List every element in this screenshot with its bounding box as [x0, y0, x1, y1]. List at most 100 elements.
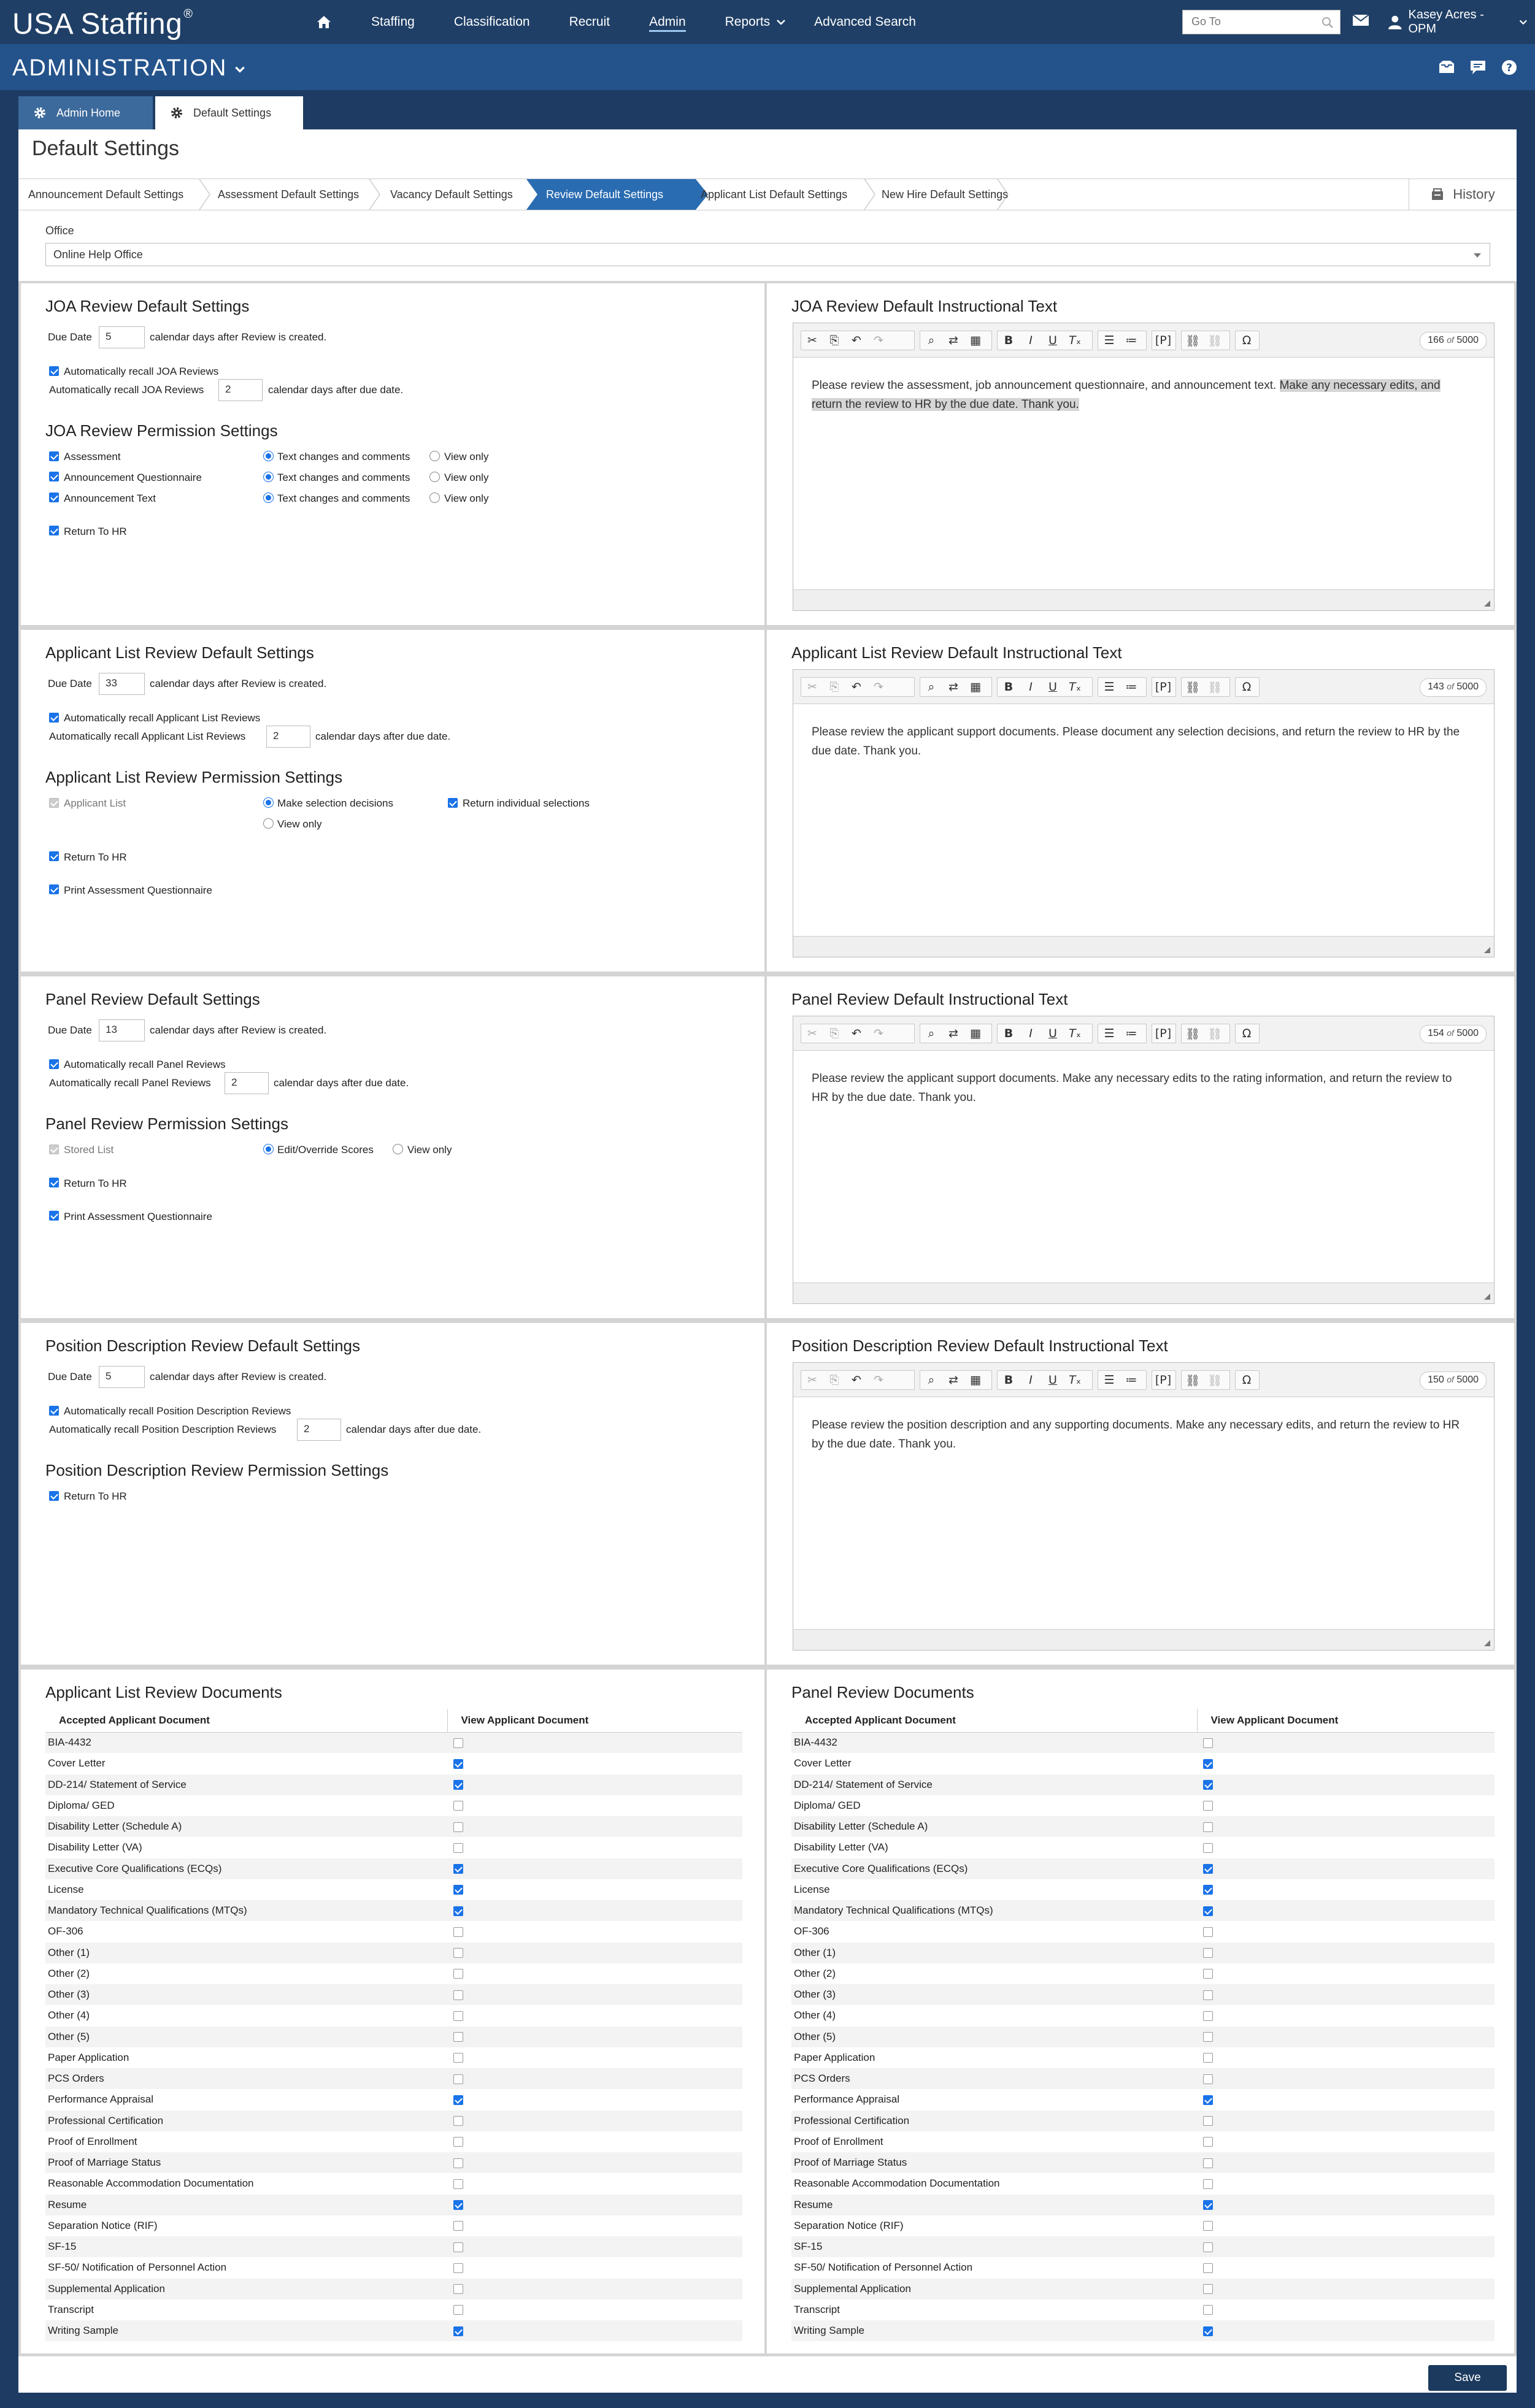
- view-only-radio[interactable]: [429, 472, 440, 482]
- select-all-icon[interactable]: ▦: [964, 1373, 987, 1387]
- view-document-checkbox[interactable]: [1203, 1885, 1213, 1895]
- view-document-checkbox[interactable]: [453, 1906, 463, 1916]
- remove-format-icon[interactable]: Tₓ: [1064, 1373, 1086, 1387]
- search-icon[interactable]: [1321, 17, 1334, 29]
- view-document-checkbox[interactable]: [1203, 1822, 1213, 1832]
- tab-admin-home[interactable]: Admin Home: [18, 96, 153, 129]
- view-document-checkbox[interactable]: [1203, 2158, 1213, 2168]
- copy-icon[interactable]: ⎘: [823, 334, 845, 347]
- user-menu[interactable]: Kasey Acres - OPM: [1388, 0, 1535, 44]
- nav-advanced-search[interactable]: Advanced Search: [814, 0, 916, 44]
- view-document-checkbox[interactable]: [1203, 2053, 1213, 2063]
- editor-resize-bar[interactable]: [793, 936, 1494, 957]
- remove-format-icon[interactable]: Tₓ: [1064, 1027, 1086, 1040]
- unlink-icon[interactable]: ⛓: [1204, 680, 1226, 694]
- view-document-checkbox[interactable]: [453, 2158, 463, 2168]
- underline-icon[interactable]: U: [1042, 1373, 1064, 1387]
- edit-override-radio[interactable]: [263, 1144, 274, 1154]
- view-only-radio[interactable]: [393, 1144, 403, 1154]
- nav-home[interactable]: [316, 0, 332, 44]
- numbered-list-icon[interactable]: ☰: [1098, 1027, 1120, 1040]
- undo-icon[interactable]: ↶: [845, 680, 868, 694]
- numbered-list-icon[interactable]: ☰: [1098, 680, 1120, 694]
- view-only-radio[interactable]: [263, 818, 274, 829]
- make-selection-radio[interactable]: [263, 797, 274, 808]
- joa-recall-days-input[interactable]: 2: [218, 379, 263, 401]
- step-review[interactable]: Review Default Settings: [546, 179, 663, 210]
- nav-recruit[interactable]: Recruit: [569, 0, 610, 44]
- view-document-checkbox[interactable]: [1203, 1842, 1213, 1853]
- return-to-hr-checkbox[interactable]: [49, 851, 59, 861]
- placeholder-icon[interactable]: [P]: [1152, 334, 1174, 347]
- special-char-icon[interactable]: Ω: [1236, 1373, 1258, 1387]
- view-document-checkbox[interactable]: [453, 1822, 463, 1832]
- cut-icon[interactable]: ✂: [801, 1027, 823, 1040]
- placeholder-icon[interactable]: [P]: [1152, 680, 1174, 694]
- view-document-checkbox[interactable]: [1203, 1969, 1213, 1979]
- italic-icon[interactable]: I: [1020, 680, 1042, 694]
- view-document-checkbox[interactable]: [453, 1780, 463, 1790]
- joa-auto-recall-checkbox[interactable]: [49, 366, 59, 376]
- perm-questionnaire-checkbox[interactable]: [49, 472, 59, 481]
- view-document-checkbox[interactable]: [453, 1885, 463, 1895]
- view-document-checkbox[interactable]: [453, 2095, 463, 2105]
- find-icon[interactable]: ⌕: [920, 1027, 942, 1040]
- view-document-checkbox[interactable]: [1203, 1780, 1213, 1790]
- bulleted-list-icon[interactable]: ≔: [1120, 1373, 1142, 1387]
- cut-icon[interactable]: ✂: [801, 680, 823, 694]
- perm-announcement-text-checkbox[interactable]: [49, 493, 59, 502]
- view-document-checkbox[interactable]: [1203, 2116, 1213, 2126]
- editor-body[interactable]: Please review the applicant support docu…: [793, 1051, 1494, 1283]
- office-select[interactable]: Online Help Office: [45, 243, 1490, 266]
- view-document-checkbox[interactable]: [1203, 2305, 1213, 2315]
- nav-staffing[interactable]: Staffing: [371, 0, 415, 44]
- select-all-icon[interactable]: ▦: [964, 334, 987, 347]
- italic-icon[interactable]: I: [1020, 1373, 1042, 1387]
- view-document-checkbox[interactable]: [1203, 1927, 1213, 1937]
- undo-icon[interactable]: ↶: [845, 1373, 868, 1387]
- view-document-checkbox[interactable]: [1203, 2242, 1213, 2252]
- redo-icon[interactable]: ↷: [868, 1027, 890, 1040]
- view-document-checkbox[interactable]: [453, 2137, 463, 2147]
- editor-body[interactable]: Please review the assessment, job announ…: [793, 358, 1494, 589]
- view-document-checkbox[interactable]: [453, 2179, 463, 2189]
- view-document-checkbox[interactable]: [453, 1758, 463, 1769]
- view-document-checkbox[interactable]: [1203, 2326, 1213, 2336]
- view-document-checkbox[interactable]: [453, 2221, 463, 2231]
- step-vacancy[interactable]: Vacancy Default Settings: [390, 179, 513, 210]
- copy-icon[interactable]: ⎘: [823, 1027, 845, 1040]
- unlink-icon[interactable]: ⛓: [1204, 1027, 1226, 1041]
- placeholder-icon[interactable]: [P]: [1152, 1027, 1174, 1040]
- cut-icon[interactable]: ✂: [801, 334, 823, 347]
- view-document-checkbox[interactable]: [453, 2305, 463, 2315]
- print-aq-checkbox[interactable]: [49, 884, 59, 894]
- view-document-checkbox[interactable]: [1203, 2095, 1213, 2105]
- view-document-checkbox[interactable]: [1203, 1906, 1213, 1916]
- view-document-checkbox[interactable]: [1203, 2179, 1213, 2189]
- view-document-checkbox[interactable]: [453, 1842, 463, 1853]
- numbered-list-icon[interactable]: ☰: [1098, 1373, 1120, 1387]
- history-button[interactable]: History: [1409, 178, 1517, 210]
- usa-staffing-logo[interactable]: USA Staffing ®: [12, 7, 193, 41]
- text-changes-radio[interactable]: [263, 472, 274, 482]
- view-document-checkbox[interactable]: [1203, 1990, 1213, 2000]
- pd-recall-days-input[interactable]: 2: [297, 1419, 341, 1441]
- nav-admin[interactable]: Admin: [649, 0, 686, 44]
- bulleted-list-icon[interactable]: ≔: [1120, 334, 1142, 347]
- bold-icon[interactable]: B: [998, 680, 1020, 694]
- replace-icon[interactable]: ⇄: [942, 1373, 964, 1387]
- bulleted-list-icon[interactable]: ≔: [1120, 680, 1142, 694]
- al-due-date-input[interactable]: 33: [99, 673, 145, 695]
- return-to-hr-checkbox[interactable]: [49, 526, 59, 535]
- panel-rich-text-editor[interactable]: ✂ ⎘ ↶ ↷ ⌕ ⇄ ▦ B I U Tₓ ☰ ≔ [P] ⛓ ⛓ Ω 154…: [793, 1016, 1495, 1304]
- panel-recall-days-input[interactable]: 2: [225, 1072, 269, 1094]
- view-document-checkbox[interactable]: [453, 1969, 463, 1979]
- redo-icon[interactable]: ↷: [868, 680, 890, 694]
- find-icon[interactable]: ⌕: [920, 680, 942, 694]
- save-button[interactable]: Save: [1428, 2365, 1507, 2391]
- panel-auto-recall-checkbox[interactable]: [49, 1059, 59, 1069]
- mail-icon[interactable]: [1352, 13, 1369, 27]
- return-individual-checkbox[interactable]: [448, 798, 458, 808]
- step-announcement[interactable]: Announcement Default Settings: [28, 179, 183, 210]
- view-document-checkbox[interactable]: [453, 2263, 463, 2273]
